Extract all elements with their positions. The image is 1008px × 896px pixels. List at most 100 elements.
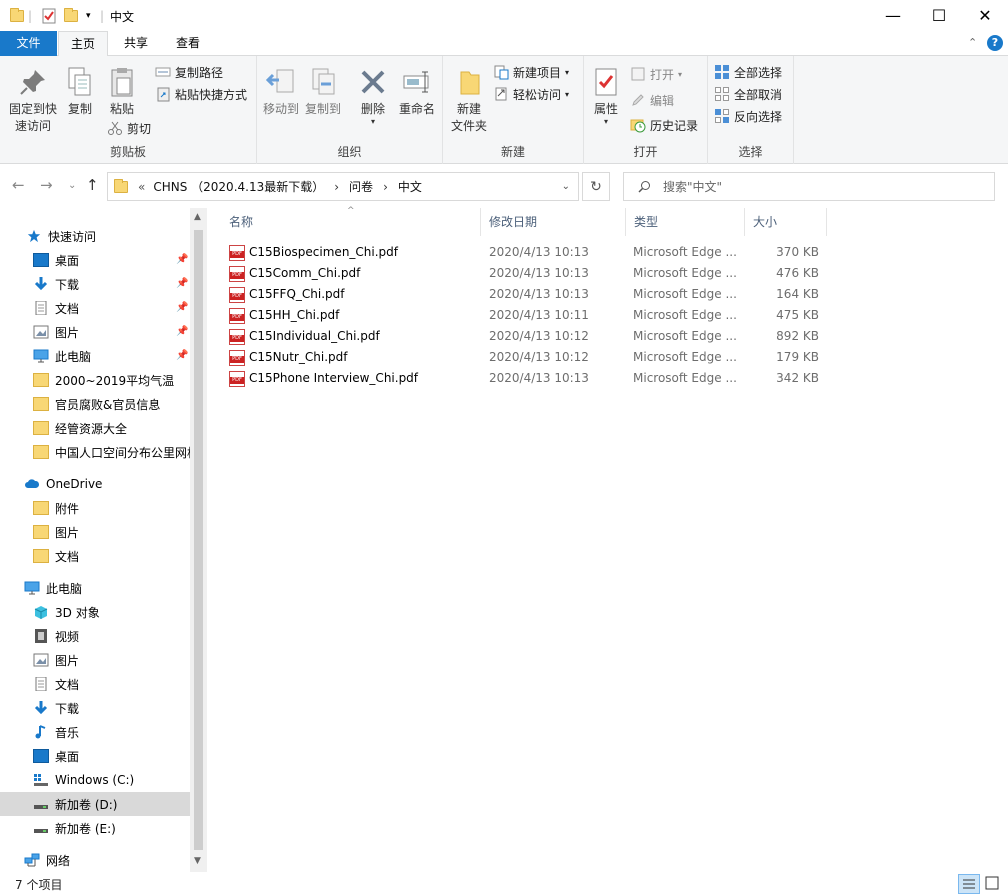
customize-quick-access-icon[interactable]: ▾ bbox=[86, 7, 91, 25]
minimize-button[interactable]: — bbox=[870, 0, 916, 31]
forward-arrow-icon[interactable]: → bbox=[40, 176, 53, 194]
help-icon[interactable]: ? bbox=[987, 35, 1003, 51]
refresh-button[interactable]: ↻ bbox=[582, 172, 610, 201]
file-row[interactable]: C15Biospecimen_Chi.pdf 2020/4/13 10:13 Mic… bbox=[207, 242, 1008, 263]
move-to-button[interactable]: 移动到 bbox=[261, 66, 301, 118]
nav-drive-c[interactable]: Windows (C:) bbox=[0, 768, 190, 792]
address-dropdown-icon[interactable]: ⌄ bbox=[562, 181, 570, 192]
new-folder-button[interactable]: 新建 文件夹 bbox=[447, 66, 491, 135]
column-size[interactable]: 大小 bbox=[745, 208, 827, 236]
file-row[interactable]: C15Phone Interview_Chi.pdf 2020/4/13 10:1… bbox=[207, 368, 1008, 389]
nav-pictures[interactable]: 图片 bbox=[0, 320, 190, 344]
file-row[interactable]: C15Individual_Chi.pdf 2020/4/13 10:12 Micr… bbox=[207, 326, 1008, 347]
nav-desktop[interactable]: 桌面 bbox=[0, 744, 190, 768]
pin-icon: 📌 bbox=[176, 326, 189, 337]
breadcrumb-chinese[interactable]: 中文 bbox=[398, 178, 422, 195]
nav-drive-e[interactable]: 新加卷 (E:) bbox=[0, 816, 190, 840]
large-icons-view-button[interactable] bbox=[982, 874, 1004, 894]
edit-button[interactable]: 编辑 bbox=[630, 90, 674, 110]
file-name-cell[interactable]: C15Biospecimen_Chi.pdf bbox=[229, 242, 484, 263]
nav-folder[interactable]: 官员腐败&官员信息 bbox=[0, 392, 190, 416]
nav-quick-access[interactable]: 快速访问 bbox=[0, 224, 190, 248]
invert-selection-icon bbox=[715, 109, 729, 123]
paste-button[interactable]: 粘贴 bbox=[102, 66, 142, 118]
nav-folder[interactable]: 2000~2019平均气温 bbox=[0, 368, 190, 392]
pdf-file-icon bbox=[229, 328, 245, 345]
easy-access-button[interactable]: 轻松访问 ▾ bbox=[493, 84, 569, 104]
nav-this-pc-quick[interactable]: 此电脑 bbox=[0, 344, 190, 368]
file-row[interactable]: C15HH_Chi.pdf 2020/4/13 10:11 Microsoft Ed… bbox=[207, 305, 1008, 326]
open-button[interactable]: 打开 ▾ bbox=[630, 64, 682, 84]
invert-selection-button[interactable]: 反向选择 bbox=[714, 106, 782, 126]
file-name-cell[interactable]: C15Individual_Chi.pdf bbox=[229, 326, 484, 347]
close-button[interactable]: ✕ bbox=[962, 0, 1008, 31]
nav-folder[interactable]: 附件 bbox=[0, 496, 190, 520]
nav-folder[interactable]: 文档 bbox=[0, 544, 190, 568]
file-name-cell[interactable]: C15Phone Interview_Chi.pdf bbox=[229, 368, 484, 389]
nav-music[interactable]: 音乐 bbox=[0, 720, 190, 744]
select-all-button[interactable]: 全部选择 bbox=[714, 62, 782, 82]
up-arrow-icon[interactable]: ↑ bbox=[86, 176, 99, 194]
nav-desktop[interactable]: 桌面 bbox=[0, 248, 190, 272]
file-row[interactable]: C15Nutr_Chi.pdf 2020/4/13 10:12 Microsoft … bbox=[207, 347, 1008, 368]
nav-folder[interactable]: 经管资源大全 bbox=[0, 416, 190, 440]
tab-file[interactable]: 文件 bbox=[0, 31, 57, 56]
nav-videos[interactable]: 视频 bbox=[0, 624, 190, 648]
maximize-button[interactable]: ☐ bbox=[916, 0, 962, 31]
new-item-button[interactable]: 新建项目 ▾ bbox=[493, 62, 569, 82]
ribbon: 固定到快 速访问 复制 粘贴 复制路径 粘贴快捷方式 剪切 剪贴板 移动到 复制到… bbox=[0, 56, 1008, 164]
nav-onedrive[interactable]: OneDrive bbox=[0, 472, 190, 496]
file-name-cell[interactable]: C15FFQ_Chi.pdf bbox=[229, 284, 484, 305]
nav-documents[interactable]: 文档 bbox=[0, 672, 190, 696]
search-icon bbox=[638, 181, 650, 193]
paste-shortcut-button[interactable]: 粘贴快捷方式 bbox=[155, 84, 247, 104]
nav-network[interactable]: 网络 bbox=[0, 848, 190, 872]
file-row[interactable]: C15Comm_Chi.pdf 2020/4/13 10:13 Microsoft … bbox=[207, 263, 1008, 284]
copy-to-button[interactable]: 复制到 bbox=[303, 66, 343, 118]
file-name-cell[interactable]: C15Comm_Chi.pdf bbox=[229, 263, 484, 284]
pin-quick-access-button[interactable]: 固定到快 速访问 bbox=[4, 66, 62, 135]
scroll-up-icon[interactable]: ▲ bbox=[194, 212, 201, 222]
column-date[interactable]: 修改日期 bbox=[481, 208, 626, 236]
select-none-button[interactable]: 全部取消 bbox=[714, 84, 782, 104]
properties-button[interactable]: 属性 ▾ bbox=[588, 66, 624, 126]
delete-button[interactable]: 删除 ▾ bbox=[353, 66, 393, 126]
nav-drive-d[interactable]: 新加卷 (D:) bbox=[0, 792, 190, 816]
scroll-down-icon[interactable]: ▼ bbox=[194, 856, 201, 866]
nav-folder[interactable]: 中国人口空间分布公里网格 bbox=[0, 440, 190, 464]
back-arrow-icon[interactable]: ← bbox=[12, 176, 25, 194]
file-name-cell[interactable]: C15HH_Chi.pdf bbox=[229, 305, 484, 326]
details-view-button[interactable] bbox=[958, 874, 980, 894]
scrollbar-thumb[interactable] bbox=[194, 230, 203, 850]
nav-documents[interactable]: 文档 bbox=[0, 296, 190, 320]
copy-path-button[interactable]: 复制路径 bbox=[155, 62, 223, 82]
history-button[interactable]: 历史记录 bbox=[630, 115, 698, 135]
search-input[interactable]: 搜索"中文" bbox=[623, 172, 995, 201]
nav-3d-objects[interactable]: 3D 对象 bbox=[0, 600, 190, 624]
address-bar[interactable]: « CHNS （2020.4.13最新下载） › 问卷 › 中文 ⌄ bbox=[107, 172, 579, 201]
column-type[interactable]: 类型 bbox=[626, 208, 745, 236]
collapse-ribbon-icon[interactable]: ⌃ bbox=[968, 36, 977, 49]
breadcrumb-questionnaire[interactable]: 问卷 bbox=[349, 178, 373, 195]
copy-button[interactable]: 复制 bbox=[62, 66, 98, 118]
tab-share[interactable]: 共享 bbox=[112, 31, 160, 56]
file-row[interactable]: C15FFQ_Chi.pdf 2020/4/13 10:13 Microsoft E… bbox=[207, 284, 1008, 305]
tab-home[interactable]: 主页 bbox=[58, 31, 108, 57]
new-folder-quick-icon[interactable] bbox=[64, 7, 78, 25]
file-type-cell: Microsoft Edge ... bbox=[633, 245, 737, 259]
nav-scrollbar[interactable]: ▲ ▼ bbox=[190, 208, 207, 872]
nav-folder[interactable]: 图片 bbox=[0, 520, 190, 544]
cut-button[interactable]: 剪切 bbox=[107, 118, 151, 138]
file-name-cell[interactable]: C15Nutr_Chi.pdf bbox=[229, 347, 484, 368]
nav-pictures[interactable]: 图片 bbox=[0, 648, 190, 672]
tab-view[interactable]: 查看 bbox=[164, 31, 212, 56]
properties-quick-icon[interactable] bbox=[42, 7, 56, 25]
nav-downloads[interactable]: 下载 bbox=[0, 272, 190, 296]
recent-locations-icon[interactable]: ⌄ bbox=[68, 180, 76, 191]
rename-button[interactable]: 重命名 bbox=[395, 66, 439, 118]
breadcrumb-chns[interactable]: CHNS （2020.4.13最新下载） bbox=[153, 178, 324, 195]
column-name[interactable]: 名称 bbox=[221, 208, 481, 236]
pin-icon: 📌 bbox=[176, 254, 189, 265]
nav-this-pc[interactable]: 此电脑 bbox=[0, 576, 190, 600]
nav-downloads[interactable]: 下载 bbox=[0, 696, 190, 720]
